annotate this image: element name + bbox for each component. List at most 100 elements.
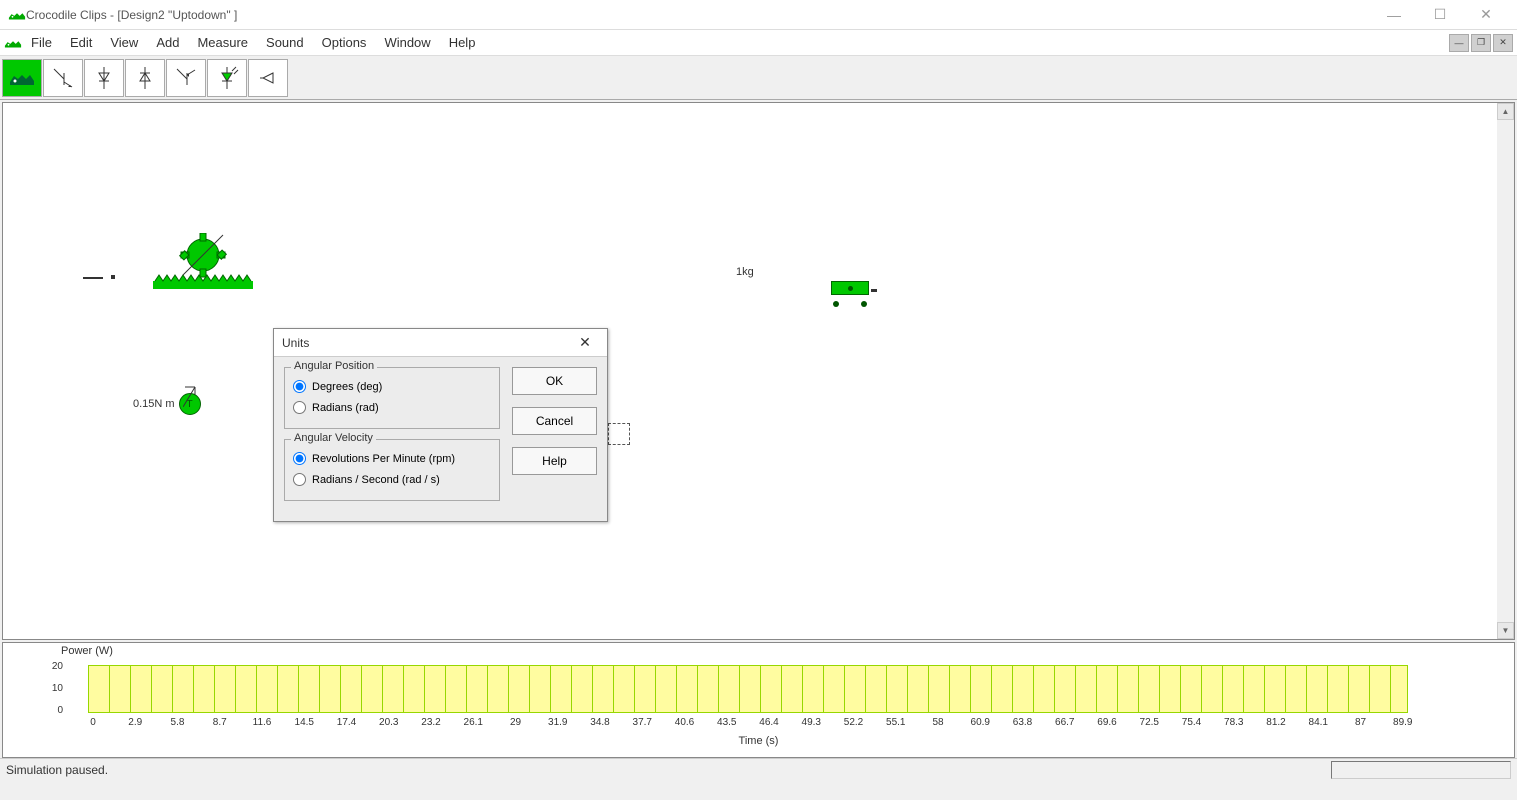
menu-sound[interactable]: Sound xyxy=(257,32,313,53)
menu-edit[interactable]: Edit xyxy=(61,32,101,53)
xtick: 40.6 xyxy=(675,717,695,728)
tool-pnp[interactable] xyxy=(166,59,206,97)
xtick: 29 xyxy=(506,717,526,728)
cart-component[interactable] xyxy=(831,281,871,303)
xtick: 17.4 xyxy=(337,717,357,728)
window-title: Crocodile Clips - [Design2 "Uptodown" ] xyxy=(26,8,1371,22)
xtick: 60.9 xyxy=(970,717,990,728)
xtick: 5.8 xyxy=(168,717,188,728)
tool-back[interactable] xyxy=(248,59,288,97)
xtick: 37.7 xyxy=(632,717,652,728)
chart-xlabel: Time (s) xyxy=(739,735,779,747)
radio-rpm[interactable]: Revolutions Per Minute (rpm) xyxy=(293,448,491,469)
chart-xlabels: 0 2.9 5.8 8.7 11.6 14.5 17.4 20.3 23.2 26.1 29 31.9… xyxy=(83,717,1413,728)
xtick: 0 xyxy=(83,717,103,728)
torque-component[interactable]: 0.15N m T xyxy=(133,393,201,415)
chart-title: Power (W) xyxy=(61,645,113,657)
mdi-minimize[interactable]: — xyxy=(1449,34,1469,52)
cancel-button[interactable]: Cancel xyxy=(512,407,597,435)
tool-crocodile[interactable] xyxy=(2,59,42,97)
angular-position-group: Angular Position Degrees (deg) Radians (… xyxy=(284,367,500,429)
help-button[interactable]: Help xyxy=(512,447,597,475)
tool-diode-down[interactable] xyxy=(84,59,124,97)
power-chart[interactable]: Power (W) 20 10 0 0 2.9 5.8 8.7 11.6 14.5 17.4… xyxy=(2,642,1515,758)
group-legend: Angular Position xyxy=(291,360,377,372)
xtick: 78.3 xyxy=(1224,717,1244,728)
toolbar xyxy=(0,56,1517,100)
dialog-close-button[interactable]: ✕ xyxy=(571,329,599,357)
ok-button[interactable]: OK xyxy=(512,367,597,395)
xtick: 87 xyxy=(1351,717,1371,728)
xtick: 23.2 xyxy=(421,717,441,728)
radio-degrees[interactable]: Degrees (deg) xyxy=(293,376,491,397)
dialog-titlebar[interactable]: Units ✕ xyxy=(274,329,607,357)
radio-degrees-input[interactable] xyxy=(293,380,306,393)
gear-rack-component[interactable] xyxy=(83,233,253,293)
radio-radians[interactable]: Radians (rad) xyxy=(293,397,491,418)
design-canvas[interactable]: 0.15N m T 1kg Units ✕ Angular Position D… xyxy=(2,102,1515,640)
menu-measure[interactable]: Measure xyxy=(188,32,257,53)
xtick: 14.5 xyxy=(294,717,314,728)
ytick: 10 xyxy=(43,683,63,694)
menu-options[interactable]: Options xyxy=(313,32,376,53)
app-icon xyxy=(8,8,26,22)
torque-label: 0.15N m xyxy=(133,398,175,410)
xtick: 66.7 xyxy=(1055,717,1075,728)
scroll-up-icon[interactable]: ▲ xyxy=(1497,103,1514,120)
xtick: 26.1 xyxy=(463,717,483,728)
xtick: 84.1 xyxy=(1308,717,1328,728)
xtick: 31.9 xyxy=(548,717,568,728)
xtick: 69.6 xyxy=(1097,717,1117,728)
xtick: 43.5 xyxy=(717,717,737,728)
xtick: 2.9 xyxy=(125,717,145,728)
ytick: 20 xyxy=(43,661,63,672)
status-panel xyxy=(1331,761,1511,779)
radio-radsec[interactable]: Radians / Second (rad / s) xyxy=(293,469,491,490)
window-titlebar: Crocodile Clips - [Design2 "Uptodown" ] … xyxy=(0,0,1517,30)
xtick: 34.8 xyxy=(590,717,610,728)
status-text: Simulation paused. xyxy=(6,763,108,777)
xtick: 75.4 xyxy=(1182,717,1202,728)
statusbar: Simulation paused. xyxy=(0,758,1517,780)
xtick: 72.5 xyxy=(1139,717,1159,728)
mass-label: 1kg xyxy=(736,266,754,278)
tool-led[interactable] xyxy=(207,59,247,97)
tool-diode-up[interactable] xyxy=(125,59,165,97)
menu-view[interactable]: View xyxy=(101,32,147,53)
menu-file[interactable]: File xyxy=(22,32,61,53)
scroll-down-icon[interactable]: ▼ xyxy=(1497,622,1514,639)
chart-grid xyxy=(88,665,1408,713)
mdi-restore[interactable]: ❐ xyxy=(1471,34,1491,52)
xtick: 58 xyxy=(928,717,948,728)
xtick: 63.8 xyxy=(1013,717,1033,728)
minimize-button[interactable]: — xyxy=(1371,0,1417,30)
mdi-close[interactable]: ✕ xyxy=(1493,34,1513,52)
xtick: 55.1 xyxy=(886,717,906,728)
app-icon-small xyxy=(4,36,22,50)
menu-add[interactable]: Add xyxy=(147,32,188,53)
menu-window[interactable]: Window xyxy=(375,32,439,53)
xtick: 11.6 xyxy=(252,717,272,728)
menubar: File Edit View Add Measure Sound Options… xyxy=(0,30,1517,56)
xtick: 20.3 xyxy=(379,717,399,728)
angular-velocity-group: Angular Velocity Revolutions Per Minute … xyxy=(284,439,500,501)
radio-radsec-input[interactable] xyxy=(293,473,306,486)
xtick: 49.3 xyxy=(801,717,821,728)
radio-radians-input[interactable] xyxy=(293,401,306,414)
xtick: 52.2 xyxy=(844,717,864,728)
menu-help[interactable]: Help xyxy=(440,32,485,53)
xtick: 8.7 xyxy=(210,717,230,728)
dialog-title: Units xyxy=(282,336,571,350)
tool-npn[interactable] xyxy=(43,59,83,97)
radio-rpm-input[interactable] xyxy=(293,452,306,465)
units-dialog: Units ✕ Angular Position Degrees (deg) R… xyxy=(273,328,608,522)
xtick: 46.4 xyxy=(759,717,779,728)
selection-marker[interactable] xyxy=(608,423,630,445)
xtick: 89.9 xyxy=(1393,717,1413,728)
xtick: 81.2 xyxy=(1266,717,1286,728)
group-legend: Angular Velocity xyxy=(291,432,376,444)
vertical-scrollbar[interactable]: ▲ ▼ xyxy=(1497,103,1514,639)
maximize-button[interactable]: ☐ xyxy=(1417,0,1463,30)
close-button[interactable]: ✕ xyxy=(1463,0,1509,30)
ytick: 0 xyxy=(43,705,63,716)
